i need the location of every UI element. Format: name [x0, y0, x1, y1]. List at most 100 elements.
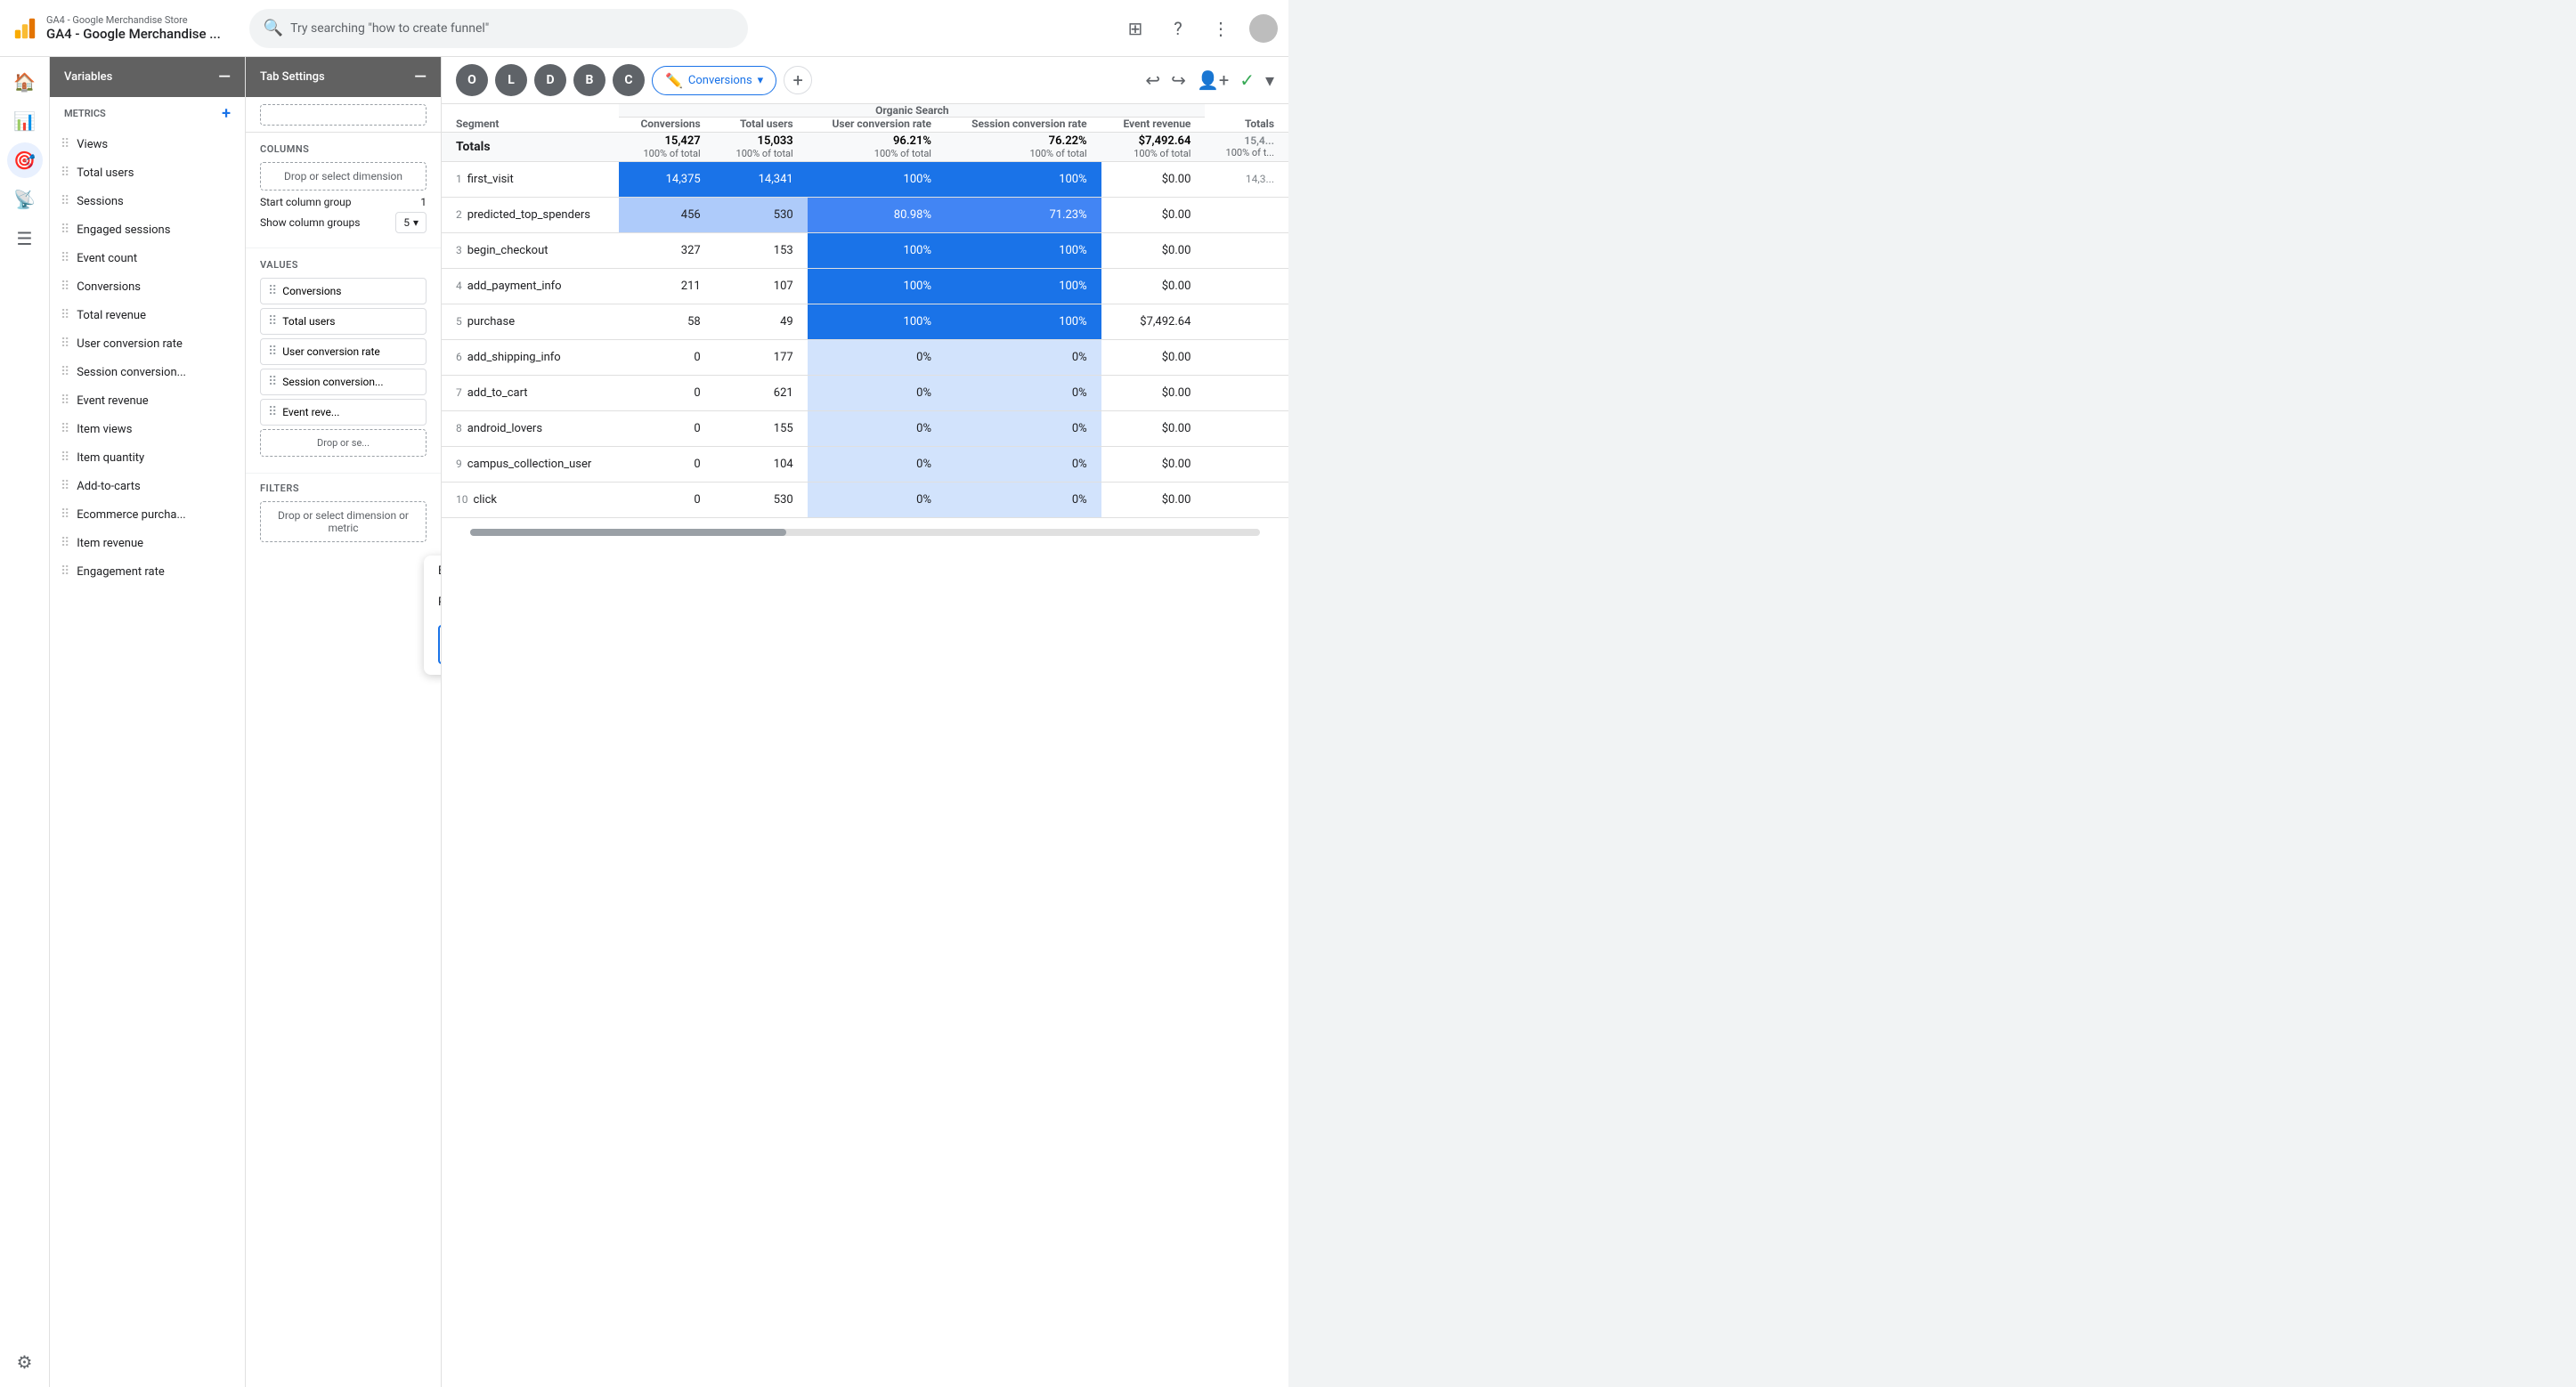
- tab-settings-minimize-icon[interactable]: —: [414, 68, 427, 86]
- drag-icon: ⠿: [268, 284, 277, 298]
- bar-chart-option[interactable]: Bar chart: [424, 556, 442, 587]
- metric-item[interactable]: ⠿Session conversion...: [50, 358, 245, 386]
- nav-reports-icon[interactable]: 📊: [7, 103, 43, 139]
- data-table-wrapper[interactable]: Segment Organic Search Totals Conversion…: [442, 104, 1288, 1387]
- cell-type-dropdown: Bar chart Plain text Cell type Heat map: [424, 556, 442, 675]
- value-item-conversions[interactable]: ⠿ Conversions: [260, 278, 427, 304]
- row-event-name: 4 add_payment_info: [442, 268, 619, 304]
- total-users-col-header: Total users: [715, 118, 808, 133]
- row-conversions: 0: [619, 410, 714, 446]
- nav-advertising-icon[interactable]: 📡: [7, 182, 43, 217]
- row-user-conv-rate: 0%: [808, 375, 946, 410]
- nav-explore-icon[interactable]: 🎯: [7, 142, 43, 178]
- row-total-users: 153: [715, 232, 808, 268]
- search-bar[interactable]: 🔍 Try searching "how to create funnel": [249, 9, 748, 48]
- undo-icon[interactable]: ↩: [1145, 69, 1160, 91]
- add-metric-icon[interactable]: +: [222, 104, 231, 123]
- nav-settings-icon[interactable]: ⚙: [7, 1344, 43, 1380]
- organic-search-header: Organic Search: [619, 104, 1205, 118]
- more-vert-icon[interactable]: ⋮: [1207, 14, 1235, 43]
- session-conv-rate-col-header: Session conversion rate: [946, 118, 1101, 133]
- row-user-conv-rate: 80.98%: [808, 197, 946, 232]
- value-item-user-conv-rate[interactable]: ⠿ User conversion rate: [260, 338, 427, 365]
- row-event-name: 9 campus_collection_user: [442, 446, 619, 482]
- user-conv-rate-col-header: User conversion rate: [808, 118, 946, 133]
- add-user-icon[interactable]: 👤+: [1197, 69, 1229, 91]
- segment-l[interactable]: L: [495, 64, 527, 96]
- drag-icon: ⠿: [61, 194, 69, 208]
- metric-item[interactable]: ⠿Sessions: [50, 187, 245, 215]
- metric-item[interactable]: ⠿Ecommerce purcha...: [50, 500, 245, 529]
- drag-icon: ⠿: [268, 314, 277, 328]
- segment-d[interactable]: D: [534, 64, 566, 96]
- metric-item[interactable]: ⠿User conversion rate: [50, 329, 245, 358]
- scrollbar-thumb[interactable]: [470, 529, 786, 536]
- value-item-event-rev[interactable]: ⠿ Event reve...: [260, 399, 427, 426]
- drop-dimension-zone[interactable]: Drop or select dimension: [260, 162, 427, 191]
- metric-item[interactable]: ⠿Total revenue: [50, 301, 245, 329]
- row-session-conv-rate: 100%: [946, 268, 1101, 304]
- metric-item[interactable]: ⠿Item revenue: [50, 529, 245, 557]
- row-totals: [1205, 339, 1288, 375]
- value-total-users: Total users: [282, 315, 335, 328]
- table-row: 9 campus_collection_user 0 104 0% 0% $0.…: [442, 446, 1288, 482]
- metric-item[interactable]: ⠿Event revenue: [50, 386, 245, 415]
- avatar[interactable]: [1249, 14, 1278, 43]
- plain-text-option[interactable]: Plain text: [424, 587, 442, 618]
- table-row: 5 purchase 58 49 100% 100% $7,492.64: [442, 304, 1288, 339]
- segment-b[interactable]: B: [573, 64, 605, 96]
- cell-type-button[interactable]: Cell type: [438, 625, 442, 664]
- show-column-groups-value: 5: [403, 216, 410, 229]
- row-user-conv-rate: 0%: [808, 446, 946, 482]
- variables-minimize-icon[interactable]: —: [218, 68, 231, 86]
- add-tab-button[interactable]: +: [784, 66, 812, 94]
- metric-item[interactable]: ⠿Total users: [50, 158, 245, 187]
- share-chevron-icon[interactable]: ▾: [1265, 69, 1274, 91]
- segment-col-label: Segment: [456, 118, 499, 130]
- metric-item[interactable]: ⠿Add-to-carts: [50, 472, 245, 500]
- help-icon[interactable]: ?: [1164, 14, 1192, 43]
- row-total-users: 14,341: [715, 161, 808, 197]
- drag-icon: ⠿: [61, 479, 69, 493]
- metric-label: Event revenue: [77, 394, 148, 408]
- totals-users: 15,033100% of total: [715, 132, 808, 161]
- nav-home-icon[interactable]: 🏠: [7, 64, 43, 100]
- drag-icon: ⠿: [61, 507, 69, 522]
- active-tab-chip[interactable]: ✏️ Conversions ▾: [652, 66, 776, 95]
- metric-label: Engagement rate: [77, 565, 164, 579]
- columns-label: COLUMNS: [260, 143, 427, 155]
- row-session-conv-rate: 71.23%: [946, 197, 1101, 232]
- drop-values-zone[interactable]: Drop or se...: [260, 429, 427, 457]
- start-column-group-row: Start column group 1: [260, 196, 427, 208]
- row-conversions: 327: [619, 232, 714, 268]
- row-totals: [1205, 482, 1288, 517]
- segment-o[interactable]: O: [456, 64, 488, 96]
- metric-item[interactable]: ⠿Engagement rate: [50, 557, 245, 586]
- nav-list-icon[interactable]: ☰: [7, 221, 43, 256]
- value-item-total-users[interactable]: ⠿ Total users: [260, 308, 427, 335]
- row-total-users: 530: [715, 482, 808, 517]
- grid-icon[interactable]: ⊞: [1121, 14, 1150, 43]
- metric-label: Engaged sessions: [77, 223, 170, 237]
- metric-item[interactable]: ⠿Item views: [50, 415, 245, 443]
- metric-item[interactable]: ⠿Views: [50, 130, 245, 158]
- row-session-conv-rate: 0%: [946, 339, 1101, 375]
- scrollbar-track[interactable]: [470, 529, 1260, 536]
- metric-item[interactable]: ⠿Engaged sessions: [50, 215, 245, 244]
- metric-item[interactable]: ⠿Item quantity: [50, 443, 245, 472]
- value-item-session-conv[interactable]: ⠿ Session conversion...: [260, 369, 427, 395]
- segment-c[interactable]: C: [613, 64, 645, 96]
- drop-filter-zone[interactable]: Drop or select dimension or metric: [260, 501, 427, 542]
- metric-label: Item views: [77, 423, 132, 436]
- metric-item[interactable]: ⠿Conversions: [50, 272, 245, 301]
- conversions-col-header: Conversions: [619, 118, 714, 133]
- start-column-group-label: Start column group: [260, 196, 352, 208]
- row-conversions: 456: [619, 197, 714, 232]
- show-column-groups-select[interactable]: 5 ▾: [395, 212, 427, 233]
- row-event-name: 5 purchase: [442, 304, 619, 339]
- row-totals: [1205, 304, 1288, 339]
- check-circle-icon[interactable]: ✓: [1239, 69, 1255, 91]
- metric-item[interactable]: ⠿Event count: [50, 244, 245, 272]
- filters-section: FILTERS Drop or select dimension or metr…: [246, 474, 441, 556]
- redo-icon[interactable]: ↪: [1171, 69, 1186, 91]
